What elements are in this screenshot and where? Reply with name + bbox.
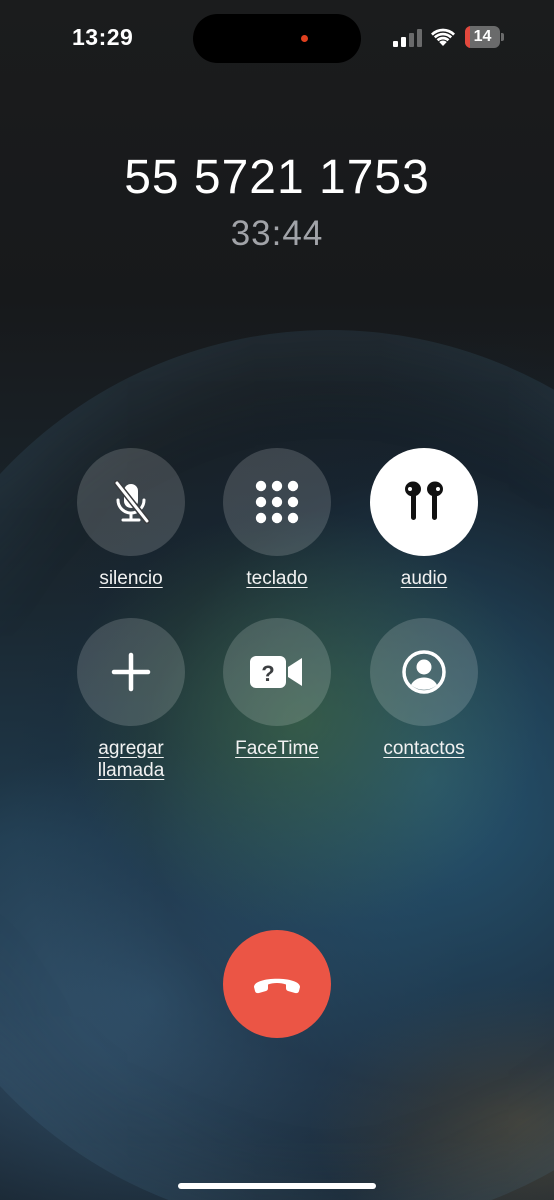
contacts-label[interactable]: contactos bbox=[369, 738, 479, 760]
facetime-button[interactable]: ? bbox=[223, 618, 331, 726]
mute-control: silencio bbox=[76, 448, 186, 590]
call-duration: 33:44 bbox=[230, 214, 324, 253]
facetime-label[interactable]: FaceTime bbox=[222, 738, 332, 760]
facetime-control: ? FaceTime bbox=[222, 618, 332, 760]
recording-indicator-dot bbox=[301, 35, 308, 42]
cellular-signal-icon bbox=[393, 29, 422, 47]
mic-slash-icon bbox=[114, 480, 150, 524]
battery-body: 14 bbox=[465, 26, 500, 48]
phone-down-icon bbox=[254, 978, 300, 994]
keypad-button[interactable] bbox=[223, 448, 331, 556]
add-call-control: agregar llamada bbox=[76, 618, 186, 782]
mute-label[interactable]: silencio bbox=[76, 568, 186, 590]
contacts-control: contactos bbox=[369, 618, 479, 760]
wifi-icon bbox=[431, 28, 455, 46]
audio-label[interactable]: audio bbox=[369, 568, 479, 590]
battery-indicator: 14 bbox=[465, 26, 505, 48]
dynamic-island[interactable] bbox=[193, 14, 361, 63]
battery-tip bbox=[501, 33, 504, 41]
add-call-label[interactable]: agregar llamada bbox=[76, 738, 186, 782]
audio-control: audio bbox=[369, 448, 479, 590]
keypad-icon bbox=[255, 480, 299, 524]
person-circle-icon bbox=[402, 650, 446, 694]
contacts-button[interactable] bbox=[370, 618, 478, 726]
home-indicator[interactable] bbox=[178, 1183, 376, 1189]
battery-level-text: 14 bbox=[473, 28, 492, 45]
status-time: 13:29 bbox=[72, 24, 134, 50]
keypad-label[interactable]: teclado bbox=[222, 568, 332, 590]
video-question-icon: ? bbox=[250, 656, 302, 688]
plus-icon bbox=[111, 652, 151, 692]
airpods-icon bbox=[405, 481, 443, 520]
end-call-button[interactable] bbox=[223, 930, 331, 1038]
mute-button[interactable] bbox=[77, 448, 185, 556]
audio-button[interactable] bbox=[370, 448, 478, 556]
keypad-control: teclado bbox=[222, 448, 332, 590]
svg-text:?: ? bbox=[261, 661, 274, 686]
add-call-button[interactable] bbox=[77, 618, 185, 726]
caller-number: 55 5721 1753 bbox=[124, 151, 430, 204]
